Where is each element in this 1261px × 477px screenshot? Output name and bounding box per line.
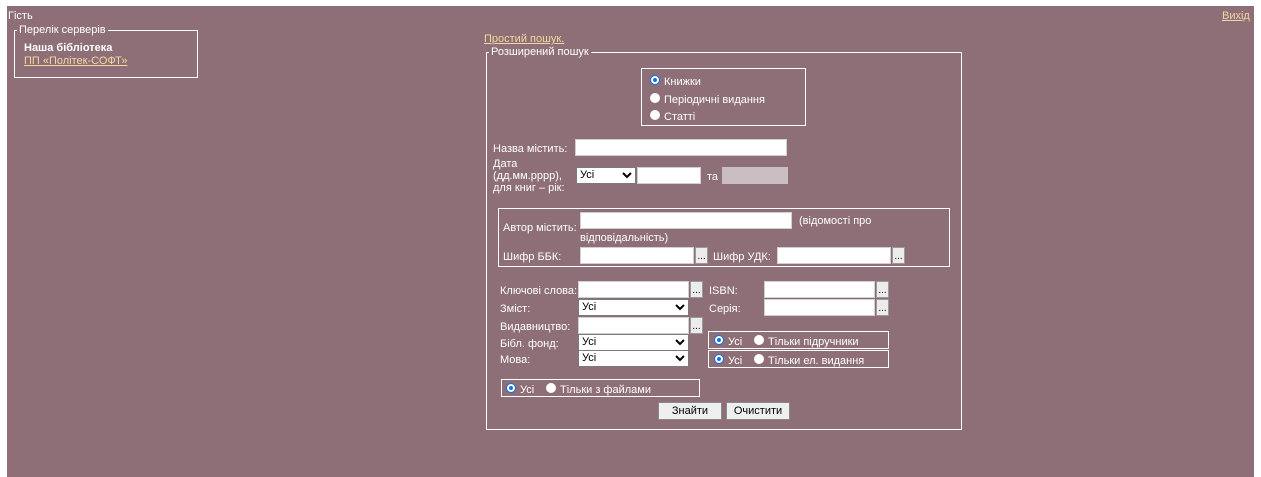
author-note-line2: відповідальність) xyxy=(580,232,669,244)
bbk-browse-button[interactable]: ... xyxy=(695,247,708,264)
files-only-radio[interactable] xyxy=(546,383,556,393)
series-browse-button[interactable]: ... xyxy=(876,299,889,316)
type-books-label: Книжки xyxy=(664,76,701,88)
date-label-line2: (дд.мм.рррр), xyxy=(493,170,562,182)
type-periodicals-label: Періодичні видання xyxy=(664,94,765,106)
files-all-radio[interactable] xyxy=(506,383,516,393)
textbooks-only-label: Тільки підручники xyxy=(768,336,859,348)
language-select[interactable]: Усі xyxy=(578,350,689,367)
fund-select[interactable]: Усі xyxy=(578,334,689,351)
isbn-input[interactable] xyxy=(764,281,875,298)
keywords-browse-button[interactable]: ... xyxy=(690,281,703,298)
udk-label: Шифр УДК: xyxy=(713,251,771,263)
chevron-down-icon xyxy=(622,172,632,179)
date-from-input[interactable] xyxy=(637,167,701,184)
type-articles-label: Статті xyxy=(664,111,696,123)
find-button[interactable]: Знайти xyxy=(658,402,722,420)
logout-link[interactable]: Вихід xyxy=(1222,10,1250,22)
clear-button[interactable]: Очистити xyxy=(726,402,790,420)
language-select-value: Усі xyxy=(582,352,597,364)
keywords-input[interactable] xyxy=(578,281,689,298)
author-note-line1: (відомості про xyxy=(799,215,872,227)
page-background: Гість Вихід Перелік серверів Наша бібліо… xyxy=(7,6,1254,477)
date-condition-value: Усі xyxy=(580,169,595,181)
date-label-line1: Дата xyxy=(493,158,518,170)
files-all-label: Усі xyxy=(520,384,535,396)
date-label-line3: для книг – рік: xyxy=(493,182,565,194)
files-only-label: Тільки з файлами xyxy=(560,384,651,396)
content-select[interactable]: Усі xyxy=(578,299,689,316)
advanced-search-legend: Розширений пошук xyxy=(491,46,589,58)
series-input[interactable] xyxy=(764,299,875,316)
publisher-browse-button[interactable]: ... xyxy=(690,317,703,334)
textbooks-all-radio[interactable] xyxy=(714,335,724,345)
author-label: Автор містить: xyxy=(503,222,577,234)
title-input[interactable] xyxy=(575,139,787,156)
type-periodicals-radio[interactable] xyxy=(650,93,660,103)
electronic-only-label: Тільки ел. видання xyxy=(768,355,865,367)
chevron-down-icon xyxy=(675,355,685,362)
isbn-label: ISBN: xyxy=(709,285,738,297)
bbk-input[interactable] xyxy=(580,247,694,264)
udk-input[interactable] xyxy=(777,247,891,264)
current-server: Наша бібліотека xyxy=(24,42,113,54)
content-label: Зміст: xyxy=(500,303,531,315)
series-label: Серія: xyxy=(709,303,741,315)
fund-select-value: Усі xyxy=(582,336,597,348)
language-label: Мова: xyxy=(500,354,531,366)
simple-search-link[interactable]: Простий пошук. xyxy=(484,33,564,45)
type-articles-radio[interactable] xyxy=(650,110,660,120)
bbk-label: Шифр ББК: xyxy=(503,251,562,263)
electronic-all-radio[interactable] xyxy=(714,354,724,364)
publisher-label: Видавництво: xyxy=(500,321,571,333)
publisher-input[interactable] xyxy=(578,317,689,334)
isbn-browse-button[interactable]: ... xyxy=(876,281,889,298)
title-label: Назва містить: xyxy=(493,143,568,155)
textbooks-all-label: Усі xyxy=(728,336,743,348)
date-condition-select[interactable]: Усі xyxy=(576,167,636,184)
author-input[interactable] xyxy=(580,212,792,229)
electronic-all-label: Усі xyxy=(728,355,743,367)
user-name: Гість xyxy=(8,10,33,22)
date-and-label: та xyxy=(707,171,719,183)
content-select-value: Усі xyxy=(582,301,597,313)
type-books-radio[interactable] xyxy=(650,75,660,85)
fund-label: Бібл. фонд: xyxy=(500,338,559,350)
textbooks-only-radio[interactable] xyxy=(754,335,764,345)
electronic-only-radio[interactable] xyxy=(754,354,764,364)
date-to-input[interactable] xyxy=(722,167,788,184)
server-list-legend: Перелік серверів xyxy=(19,24,106,36)
server-link-politek[interactable]: ПП «Політек-СОФТ» xyxy=(24,55,128,67)
udk-browse-button[interactable]: ... xyxy=(892,247,905,264)
chevron-down-icon xyxy=(675,304,685,311)
chevron-down-icon xyxy=(675,339,685,346)
keywords-label: Ключові слова: xyxy=(500,285,578,297)
